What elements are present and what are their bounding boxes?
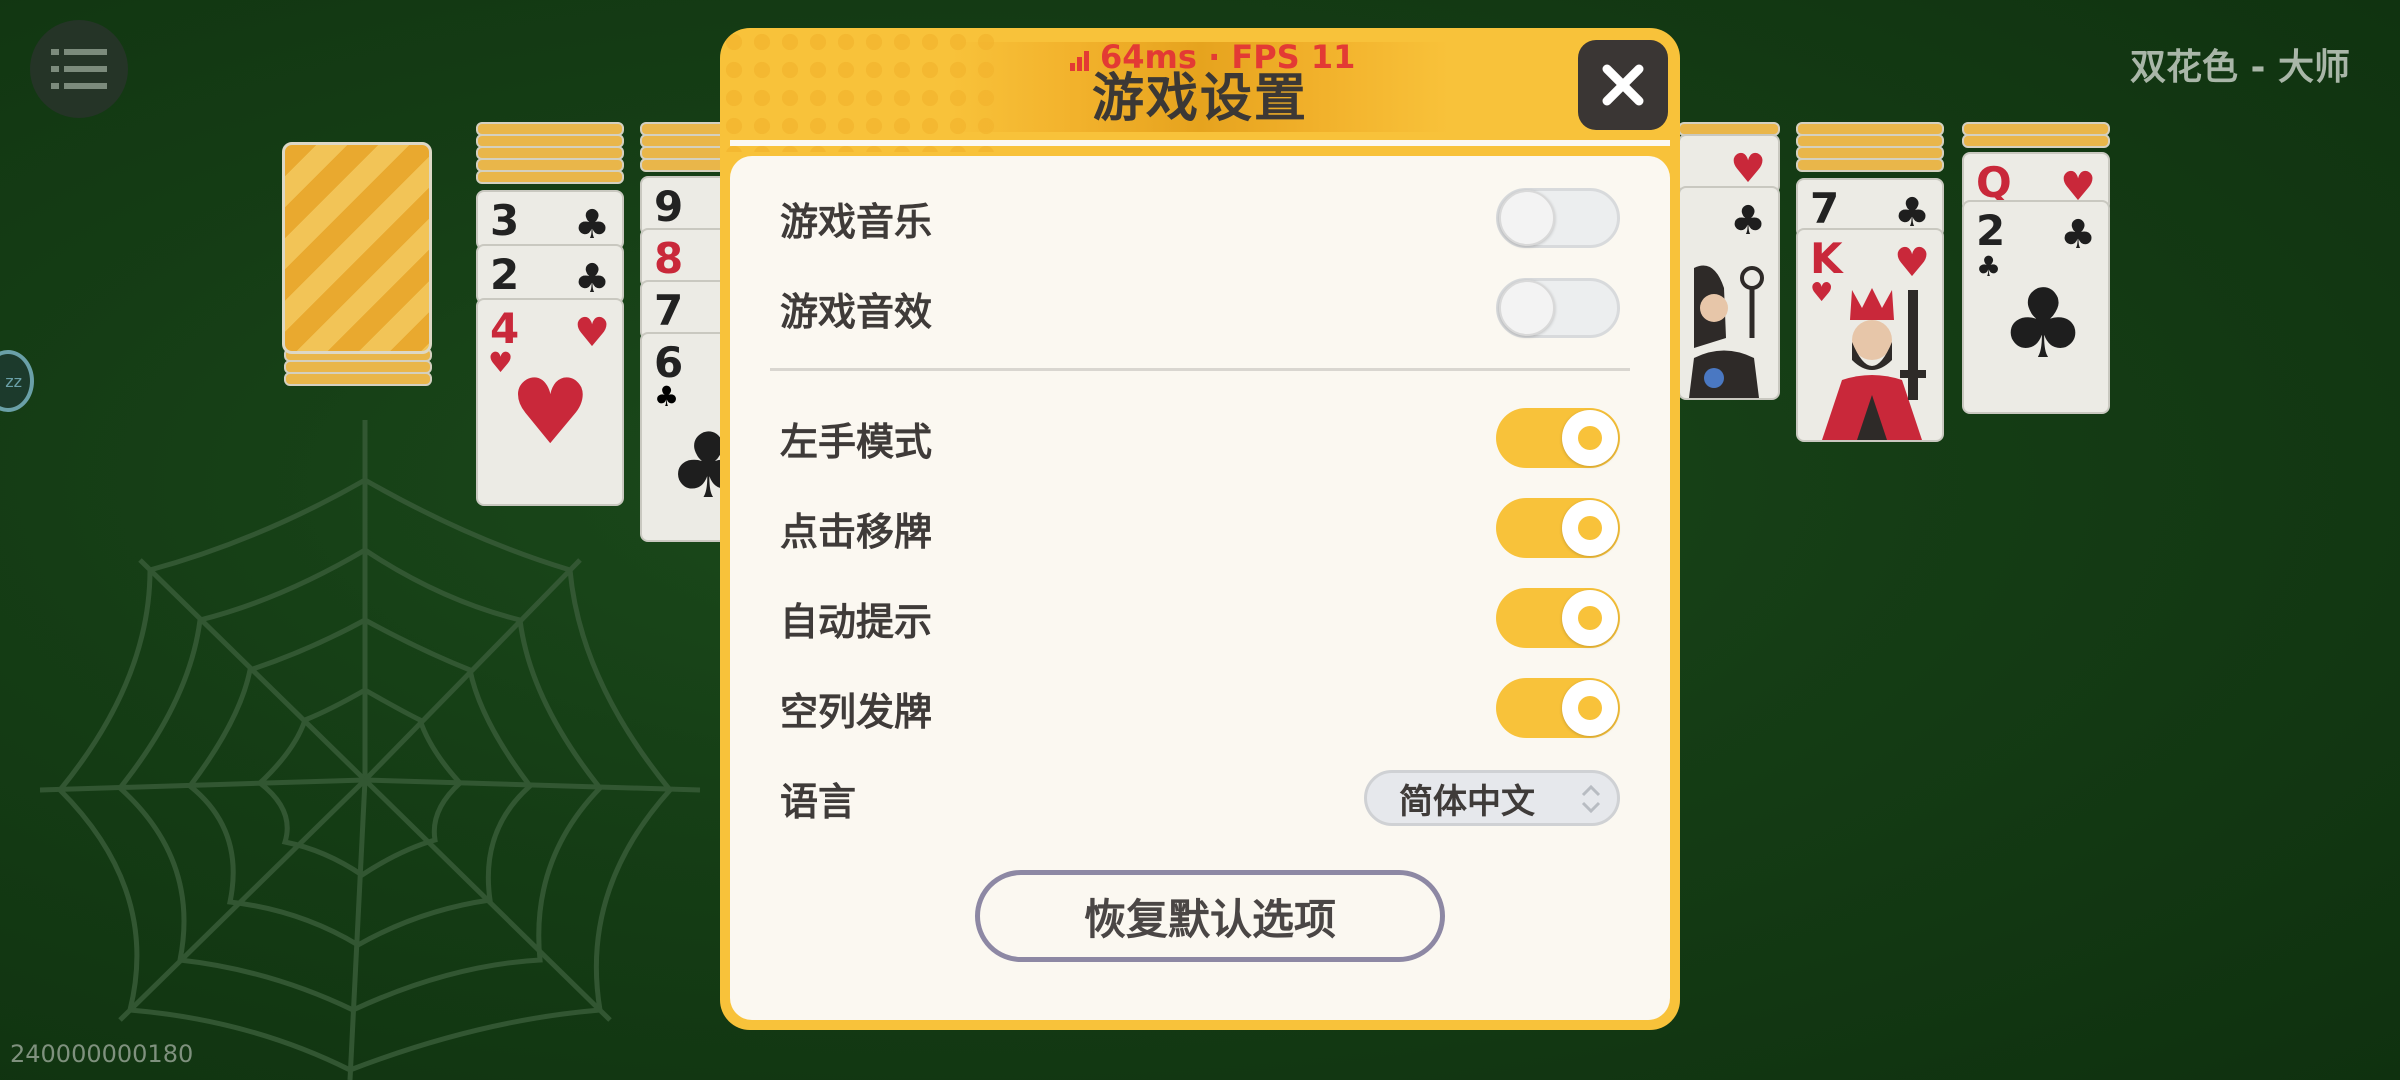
setting-row-tap-move: 点击移牌 bbox=[780, 488, 1620, 568]
header-divider bbox=[730, 140, 1670, 146]
playing-card[interactable]: 2 ♣ bbox=[476, 244, 624, 304]
card-suit: ♣ bbox=[2060, 212, 2096, 258]
card-suit: ♣ bbox=[574, 202, 610, 248]
setting-row-sfx: 游戏音效 bbox=[780, 268, 1620, 348]
close-button[interactable] bbox=[1578, 40, 1668, 130]
setting-label: 游戏音乐 bbox=[780, 199, 933, 244]
left-hand-mode-toggle[interactable] bbox=[1496, 408, 1620, 468]
card-rank: 8 bbox=[654, 234, 684, 283]
heart-icon: ♥ bbox=[510, 360, 591, 465]
tap-to-move-toggle[interactable] bbox=[1496, 498, 1620, 558]
playing-card[interactable]: 2 ♣ ♣ ♣ bbox=[1962, 200, 2110, 414]
empty-column-deal-toggle[interactable] bbox=[1496, 678, 1620, 738]
setting-label: 点击移牌 bbox=[780, 509, 933, 554]
setting-row-left-hand: 左手模式 bbox=[780, 398, 1620, 478]
menu-icon bbox=[51, 49, 107, 89]
reset-defaults-button[interactable]: 恢复默认选项 bbox=[975, 870, 1445, 962]
music-toggle[interactable] bbox=[1496, 188, 1620, 248]
setting-label: 自动提示 bbox=[780, 599, 933, 644]
settings-dialog: 游戏设置 64ms · FPS 11 游戏音乐 游戏音效 左手模式 点击移牌 自… bbox=[720, 28, 1680, 1030]
playing-card[interactable]: 7 bbox=[640, 280, 730, 340]
club-icon: ♣ bbox=[2000, 268, 2087, 380]
side-tab-label: zz bbox=[5, 371, 22, 391]
sound-effects-toggle[interactable] bbox=[1496, 278, 1620, 338]
fps-indicator: 64ms · FPS 11 bbox=[1070, 38, 1355, 76]
club-icon: ♣ bbox=[1976, 250, 2002, 283]
jack-figure-icon bbox=[1689, 265, 1764, 398]
setting-label: 空列发牌 bbox=[780, 689, 933, 734]
setting-row-music: 游戏音乐 bbox=[780, 178, 1620, 258]
setting-label: 游戏音效 bbox=[780, 289, 933, 334]
card-rank: 3 bbox=[490, 196, 520, 245]
menu-button[interactable] bbox=[30, 20, 128, 118]
card-rank: 2 bbox=[1976, 206, 2006, 255]
fps-text: 64ms · FPS 11 bbox=[1100, 38, 1356, 76]
setting-row-language: 语言 简体中文 bbox=[780, 758, 1620, 838]
game-mode-label: 双花色 - 大师 bbox=[2129, 47, 2350, 88]
card-rank: 9 bbox=[654, 182, 684, 231]
playing-card[interactable]: 9 bbox=[640, 176, 730, 236]
playing-card[interactable]: ♣ bbox=[1678, 186, 1780, 400]
playing-card[interactable]: ♥ bbox=[1678, 134, 1780, 194]
card-rank: 7 bbox=[654, 286, 684, 335]
auto-hint-toggle[interactable] bbox=[1496, 588, 1620, 648]
club-icon: ♣ bbox=[1730, 198, 1766, 244]
setting-label: 左手模式 bbox=[780, 419, 933, 464]
playing-card[interactable]: 8 bbox=[640, 228, 730, 288]
playing-card[interactable]: 6 ♣ ♣ bbox=[640, 332, 749, 542]
setting-row-empty-deal: 空列发牌 bbox=[780, 668, 1620, 748]
language-value: 简体中文 bbox=[1399, 781, 1535, 822]
playing-card[interactable]: K ♥ ♥ bbox=[1796, 228, 1944, 442]
playing-card[interactable]: 3 ♣ bbox=[476, 190, 624, 250]
updown-arrows-icon bbox=[1581, 784, 1601, 814]
dialog-header: 游戏设置 64ms · FPS 11 bbox=[720, 28, 1680, 152]
setting-row-auto-hint: 自动提示 bbox=[780, 578, 1620, 658]
card-rank: 7 bbox=[1810, 184, 1840, 233]
spider-web-icon bbox=[39, 420, 701, 1080]
card-suit: ♥ bbox=[574, 310, 610, 356]
playing-card[interactable]: 4 ♥ ♥ ♥ bbox=[476, 298, 624, 506]
card-back bbox=[282, 142, 432, 354]
king-figure-icon bbox=[1822, 288, 1926, 440]
close-icon bbox=[1602, 64, 1644, 106]
section-divider bbox=[770, 368, 1630, 371]
card-rank: 2 bbox=[490, 250, 520, 299]
signal-bars-icon bbox=[1070, 51, 1089, 71]
card-rank: K bbox=[1810, 234, 1843, 283]
language-label: 语言 bbox=[780, 779, 857, 824]
card-suit: ♣ bbox=[574, 256, 610, 302]
card-suit: ♣ bbox=[654, 380, 680, 413]
language-select[interactable]: 简体中文 bbox=[1364, 770, 1620, 826]
side-tab[interactable]: zz bbox=[0, 350, 34, 412]
settings-panel: 游戏音乐 游戏音效 左手模式 点击移牌 自动提示 空列发牌 语言 简体中文 恢复… bbox=[730, 156, 1670, 1020]
